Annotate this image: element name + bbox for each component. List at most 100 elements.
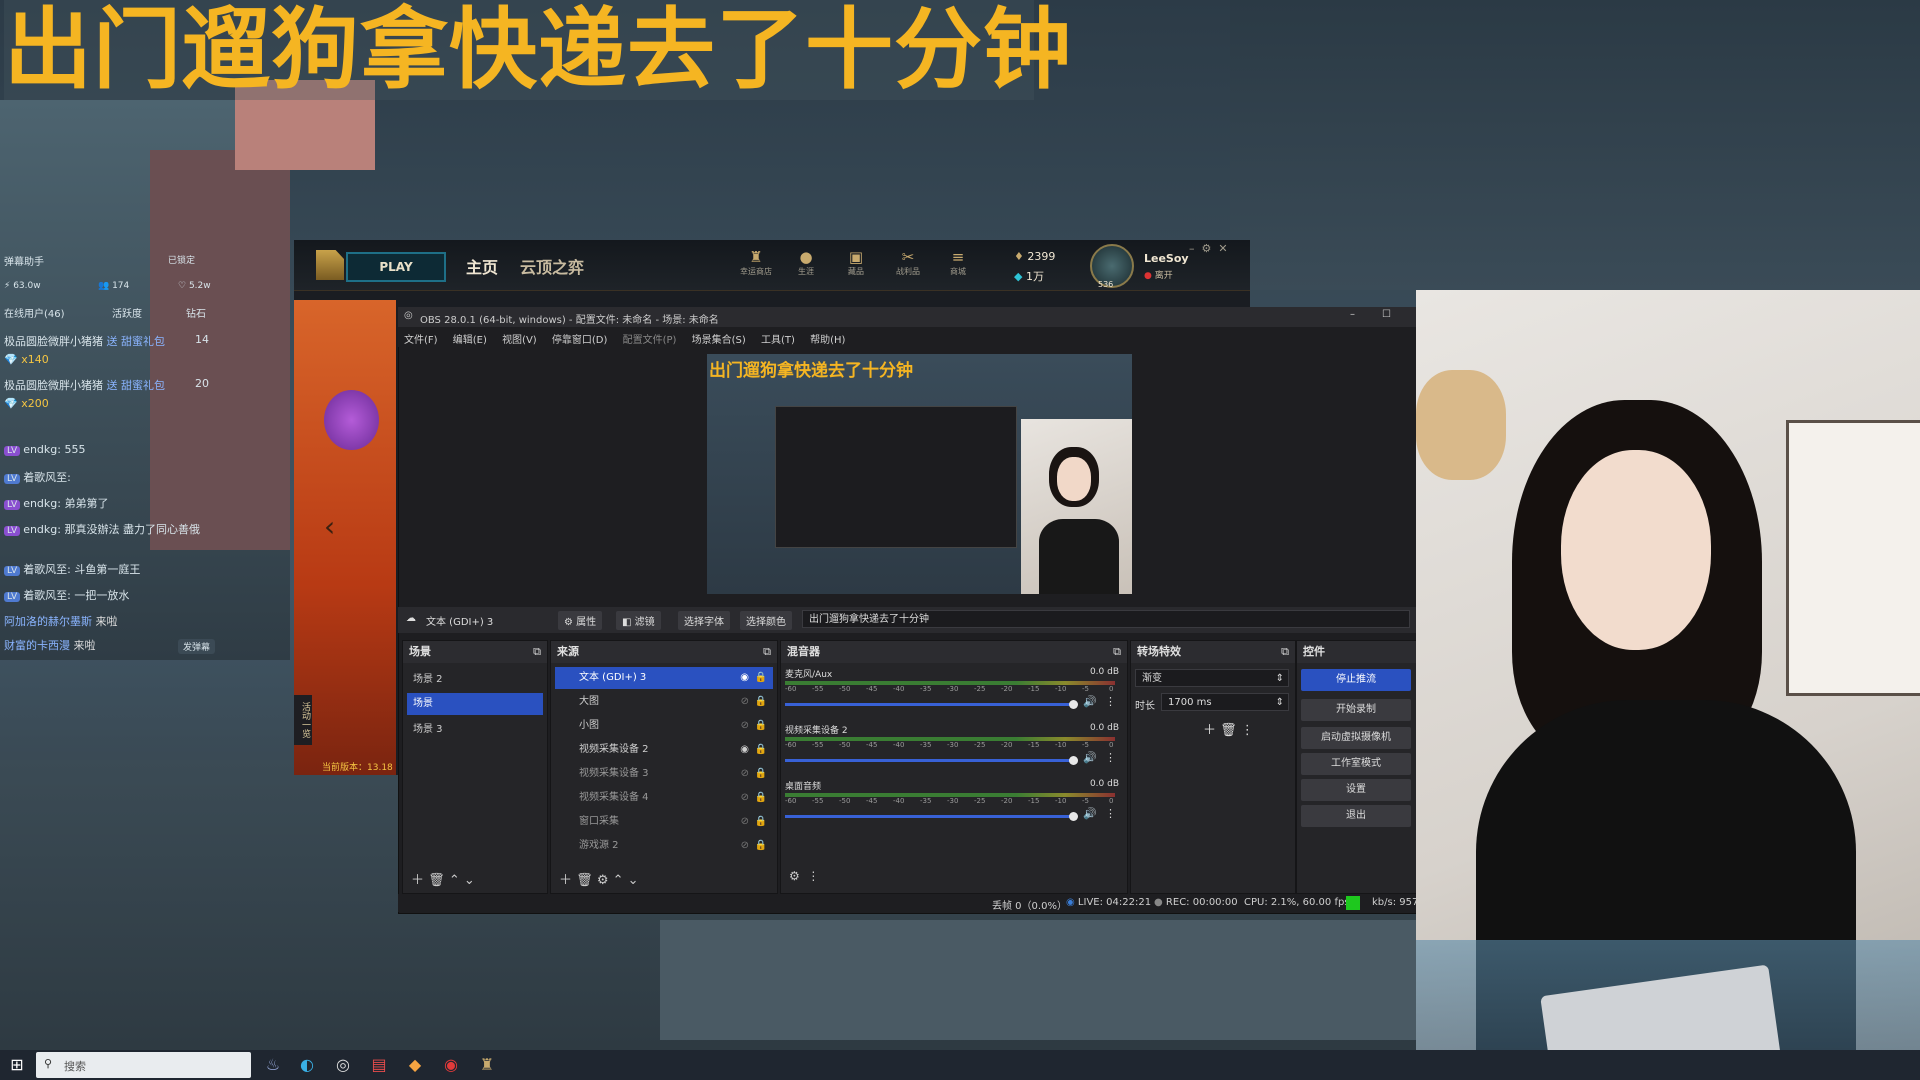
menu-file[interactable]: 文件(F) (404, 335, 438, 346)
move-down-icon[interactable]: ⌄ (464, 873, 475, 888)
menu-tools[interactable]: 工具(T) (761, 335, 795, 346)
undock-icon[interactable]: ⧉ (763, 641, 771, 663)
events-overview-tab[interactable]: 活动一览 (294, 695, 312, 745)
eye-icon[interactable]: ◉ (740, 667, 749, 689)
source-item[interactable]: 视频采集设备 2 ◉ 🔒 (555, 739, 773, 761)
chat-tab-activity[interactable]: 活跃度 (112, 305, 142, 320)
stop-streaming-button[interactable]: 停止推流 (1301, 669, 1411, 691)
gear-icon[interactable]: ⚙ (597, 873, 609, 888)
lock-icon[interactable]: 🔒 (755, 763, 767, 785)
more-options-icon[interactable]: ⋮ (1105, 751, 1116, 764)
lol-nav-loot[interactable]: ✂ 战利品 (888, 248, 928, 277)
lock-icon[interactable]: 🔒 (755, 691, 767, 713)
menu-profile[interactable]: 配置文件(P) (623, 335, 677, 346)
remove-transition-icon[interactable]: 🗑 (1220, 723, 1237, 738)
more-options-icon[interactable]: ⋮ (807, 869, 819, 883)
menu-edit[interactable]: 编辑(E) (453, 335, 487, 346)
source-item[interactable]: 视频采集设备 4 ⊘ 🔒 (555, 787, 773, 809)
add-source-icon[interactable]: ＋ (559, 873, 572, 888)
exit-button[interactable]: 退出 (1301, 805, 1411, 827)
chat-lock-status[interactable]: 已锁定 (168, 253, 195, 266)
lol-nav-profile[interactable]: ● 生涯 (788, 248, 824, 277)
speaker-icon[interactable]: 🔊 (1083, 807, 1097, 820)
gear-icon[interactable]: ⚙ (1202, 242, 1212, 255)
lock-icon[interactable]: 🔒 (755, 835, 767, 857)
source-item[interactable]: 文本 (GDI+) 3 ◉ 🔒 (555, 667, 773, 689)
app-orange-icon[interactable]: ◆ (400, 1050, 430, 1080)
minimize-icon[interactable]: – (1350, 309, 1355, 320)
volume-slider[interactable] (785, 759, 1075, 762)
studio-mode-button[interactable]: 工作室模式 (1301, 753, 1411, 775)
select-font-button[interactable]: 选择字体 (678, 611, 730, 630)
transition-type-select[interactable]: 渐变 ⇕ (1135, 669, 1289, 687)
more-options-icon[interactable]: ⋮ (1105, 695, 1116, 708)
undock-icon[interactable]: ⧉ (1113, 641, 1121, 663)
volume-slider-knob[interactable] (1069, 756, 1078, 765)
chevron-left-icon[interactable]: ‹ (324, 510, 335, 543)
taskbar-search[interactable]: ⚲ 搜索 (36, 1052, 251, 1078)
source-item[interactable]: 游戏源 2 ⊘ 🔒 (555, 835, 773, 857)
speaker-icon[interactable]: 🔊 (1083, 695, 1097, 708)
move-up-icon[interactable]: ⌃ (449, 873, 460, 888)
eye-hidden-icon[interactable]: ⊘ (741, 835, 749, 857)
obs-taskbar-icon[interactable]: ◎ (328, 1050, 358, 1080)
select-color-button[interactable]: 选择颜色 (740, 611, 792, 630)
more-options-icon[interactable]: ⋮ (1241, 723, 1254, 738)
lol-nav-collection[interactable]: ▣ 藏品 (838, 248, 874, 277)
source-item[interactable]: 视频采集设备 3 ⊘ 🔒 (555, 763, 773, 785)
lock-icon[interactable]: 🔒 (755, 739, 767, 761)
eye-hidden-icon[interactable]: ⊘ (741, 715, 749, 737)
lol-taskbar-icon[interactable]: ♜ (472, 1050, 502, 1080)
source-item[interactable]: 小图 ⊘ 🔒 (555, 715, 773, 737)
summoner-status[interactable]: ● 离开 (1144, 268, 1173, 281)
move-down-icon[interactable]: ⌄ (628, 873, 639, 888)
remove-source-icon[interactable]: 🗑 (576, 873, 593, 888)
scene-item[interactable]: 场景 3 (407, 719, 543, 741)
remove-scene-icon[interactable]: 🗑 (428, 873, 445, 888)
volume-slider-knob[interactable] (1069, 812, 1078, 821)
properties-button[interactable]: ⚙ 属性 (558, 611, 603, 630)
lol-tab-tft[interactable]: 云顶之弈 (520, 254, 584, 278)
gear-icon[interactable]: ⚙ (789, 869, 800, 883)
start-virtual-camera-button[interactable]: 启动虚拟摄像机 (1301, 727, 1411, 749)
menu-help[interactable]: 帮助(H) (810, 335, 845, 346)
lol-nav-store[interactable]: ♜ 幸运商店 (736, 248, 776, 277)
filters-button[interactable]: ◧ 滤镜 (616, 611, 661, 630)
add-transition-icon[interactable]: ＋ (1203, 723, 1216, 738)
menu-docks[interactable]: 停靠窗口(D) (552, 335, 608, 346)
play-button[interactable]: PLAY (346, 252, 446, 282)
close-icon[interactable]: ✕ (1218, 242, 1227, 255)
lol-tab-home[interactable]: 主页 (466, 254, 498, 278)
add-scene-icon[interactable]: ＋ (411, 873, 424, 888)
eye-hidden-icon[interactable]: ⊘ (741, 763, 749, 785)
undock-icon[interactable]: ⧉ (533, 641, 541, 663)
speaker-icon[interactable]: 🔊 (1083, 751, 1097, 764)
lock-icon[interactable]: 🔒 (755, 715, 767, 737)
netease-music-icon[interactable]: ◉ (436, 1050, 466, 1080)
text-source-input[interactable]: 出门遛狗拿快递去了十分钟 (802, 610, 1410, 628)
volume-slider[interactable] (785, 703, 1075, 706)
app-red-icon[interactable]: ▤ (364, 1050, 394, 1080)
move-up-icon[interactable]: ⌃ (613, 873, 624, 888)
steam-icon[interactable]: ♨ (258, 1050, 288, 1080)
lol-nav-shop[interactable]: ≡ 商城 (940, 248, 976, 277)
scene-item[interactable]: 场景 (407, 693, 543, 715)
send-danmaku-button[interactable]: 发弹幕 (178, 639, 216, 654)
lock-icon[interactable]: 🔒 (755, 787, 767, 809)
eye-hidden-icon[interactable]: ⊘ (741, 691, 749, 713)
source-item[interactable]: 窗口采集 ⊘ 🔒 (555, 811, 773, 833)
lock-icon[interactable]: 🔒 (755, 811, 767, 833)
eye-icon[interactable]: ◉ (740, 739, 749, 761)
duration-input[interactable]: 1700 ms ⇕ (1161, 693, 1289, 711)
windows-start-icon[interactable]: ⊞ (2, 1050, 32, 1080)
source-item[interactable]: 大图 ⊘ 🔒 (555, 691, 773, 713)
lock-icon[interactable]: 🔒 (755, 667, 767, 689)
maximize-icon[interactable]: ☐ (1382, 309, 1391, 320)
menu-view[interactable]: 视图(V) (502, 335, 537, 346)
volume-slider[interactable] (785, 815, 1075, 818)
edge-icon[interactable]: ◐ (292, 1050, 322, 1080)
undock-icon[interactable]: ⧉ (1281, 641, 1289, 663)
chat-tab-online[interactable]: 在线用户(46) (4, 305, 65, 320)
eye-hidden-icon[interactable]: ⊘ (741, 787, 749, 809)
volume-slider-knob[interactable] (1069, 700, 1078, 709)
